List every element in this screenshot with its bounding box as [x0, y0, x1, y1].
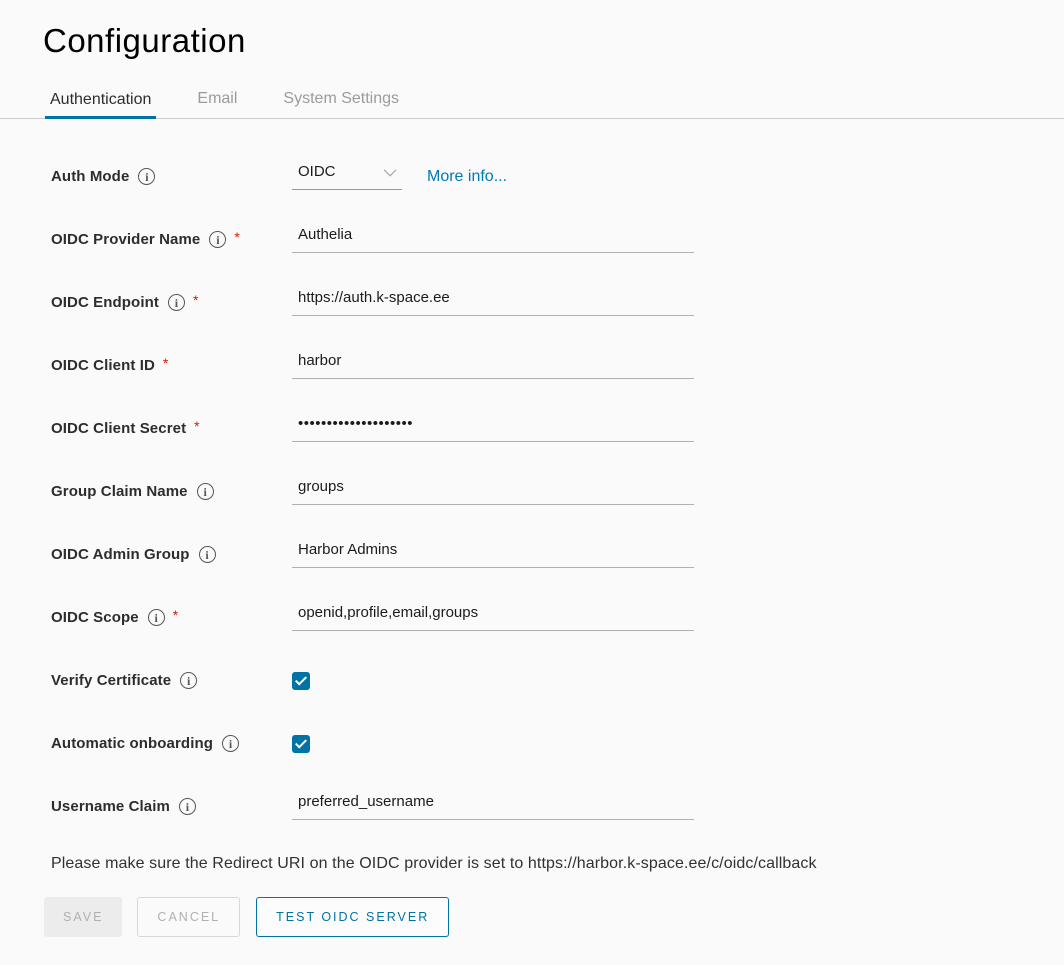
oidc-provider-name-label: OIDC Provider Name	[51, 231, 200, 248]
username-claim-row: Username Claim	[0, 775, 1064, 838]
auth-mode-select[interactable]: OIDC	[292, 163, 402, 190]
info-icon[interactable]	[168, 294, 185, 311]
info-icon[interactable]	[209, 231, 226, 248]
required-marker: *	[163, 355, 168, 371]
redirect-uri-note: Please make sure the Redirect URI on the…	[0, 855, 1064, 873]
page-title: Configuration	[43, 22, 1064, 60]
tab-system-settings[interactable]: System Settings	[278, 84, 404, 118]
configuration-page: Configuration Authentication Email Syste…	[0, 22, 1064, 965]
tab-email[interactable]: Email	[192, 84, 242, 118]
more-info-link[interactable]: More info...	[427, 168, 507, 186]
oidc-client-id-input[interactable]	[292, 352, 694, 379]
auth-mode-label: Auth Mode	[51, 168, 129, 185]
required-marker: *	[234, 229, 239, 245]
automatic-onboarding-row: Automatic onboarding	[0, 712, 1064, 775]
group-claim-name-label: Group Claim Name	[51, 483, 188, 500]
tab-authentication[interactable]: Authentication	[45, 85, 156, 119]
auth-mode-row: Auth Mode OIDC More info...	[0, 145, 1064, 208]
group-claim-name-row: Group Claim Name	[0, 460, 1064, 523]
oidc-scope-row: OIDC Scope *	[0, 586, 1064, 649]
automatic-onboarding-label: Automatic onboarding	[51, 735, 213, 752]
verify-certificate-checkbox[interactable]	[292, 672, 310, 690]
oidc-provider-name-input[interactable]	[292, 226, 694, 253]
required-marker: *	[194, 418, 199, 434]
automatic-onboarding-checkbox[interactable]	[292, 735, 310, 753]
oidc-provider-name-row: OIDC Provider Name *	[0, 208, 1064, 271]
test-oidc-server-button[interactable]: TEST OIDC SERVER	[256, 897, 449, 937]
username-claim-label: Username Claim	[51, 798, 170, 815]
oidc-endpoint-label: OIDC Endpoint	[51, 294, 159, 311]
verify-certificate-row: Verify Certificate	[0, 649, 1064, 712]
tab-bar: Authentication Email System Settings	[0, 84, 1064, 119]
auth-mode-selected-value: OIDC	[298, 163, 336, 180]
oidc-endpoint-input[interactable]	[292, 289, 694, 316]
oidc-settings-form: Auth Mode OIDC More info... OIDC Provide…	[0, 145, 1064, 838]
oidc-client-id-row: OIDC Client ID *	[0, 334, 1064, 397]
username-claim-input[interactable]	[292, 793, 694, 820]
required-marker: *	[173, 607, 178, 623]
info-icon[interactable]	[179, 798, 196, 815]
oidc-client-secret-input[interactable]	[292, 415, 694, 442]
action-button-bar: SAVE CANCEL TEST OIDC SERVER	[0, 897, 1064, 937]
save-button[interactable]: SAVE	[44, 897, 122, 937]
info-icon[interactable]	[197, 483, 214, 500]
oidc-client-secret-row: OIDC Client Secret *	[0, 397, 1064, 460]
info-icon[interactable]	[148, 609, 165, 626]
oidc-scope-input[interactable]	[292, 604, 694, 631]
oidc-admin-group-input[interactable]	[292, 541, 694, 568]
info-icon[interactable]	[138, 168, 155, 185]
oidc-client-secret-label: OIDC Client Secret	[51, 420, 186, 437]
cancel-button[interactable]: CANCEL	[137, 897, 240, 937]
verify-certificate-label: Verify Certificate	[51, 672, 171, 689]
info-icon[interactable]	[180, 672, 197, 689]
oidc-admin-group-row: OIDC Admin Group	[0, 523, 1064, 586]
info-icon[interactable]	[199, 546, 216, 563]
oidc-admin-group-label: OIDC Admin Group	[51, 546, 190, 563]
group-claim-name-input[interactable]	[292, 478, 694, 505]
oidc-endpoint-row: OIDC Endpoint *	[0, 271, 1064, 334]
oidc-scope-label: OIDC Scope	[51, 609, 139, 626]
oidc-client-id-label: OIDC Client ID	[51, 357, 155, 374]
info-icon[interactable]	[222, 735, 239, 752]
chevron-down-icon	[384, 164, 397, 177]
required-marker: *	[193, 292, 198, 308]
